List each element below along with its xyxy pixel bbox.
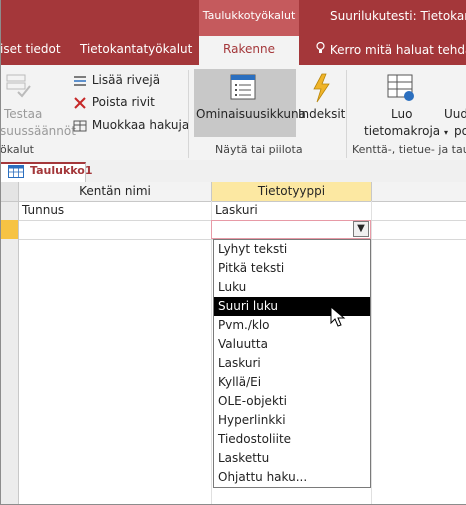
grid-divider xyxy=(211,201,212,505)
grid-divider xyxy=(371,201,372,505)
insert-rows-icon xyxy=(74,75,86,86)
test-validation-line2: suussäännöt xyxy=(0,124,76,138)
table-icon xyxy=(8,165,24,181)
tools-group-label: ökalut xyxy=(0,143,34,156)
tab-external-data[interactable]: iset tiedot xyxy=(0,42,61,56)
column-header-data-type: Tietotyyppi xyxy=(212,182,372,202)
data-type-combobox[interactable] xyxy=(211,220,371,239)
current-row-selector[interactable] xyxy=(0,220,18,239)
tell-me-box[interactable]: Kerro mitä haluat tehdä xyxy=(316,41,466,57)
modify-lookups-label: Muokkaa hakuja xyxy=(91,118,190,132)
tab-database-tools[interactable]: Tietokantatyökalut xyxy=(80,42,192,56)
document-tab-label: Taulukko1 xyxy=(30,164,93,177)
indexes-button[interactable]: Indeksit xyxy=(298,107,345,121)
delete-rows-button[interactable]: Poista rivit xyxy=(72,95,155,110)
document-title: Suurilukutesti: Tietokanta xyxy=(330,9,466,23)
tell-me-label: Kerro mitä haluat tehdä xyxy=(329,43,466,57)
option-yes-no[interactable]: Kyllä/Ei xyxy=(214,373,370,392)
option-autonumber[interactable]: Laskuri xyxy=(214,354,370,373)
data-type-cell[interactable]: Laskuri xyxy=(212,201,370,220)
option-number[interactable]: Luku xyxy=(214,278,370,297)
indexes-icon xyxy=(310,73,332,106)
delete-rows-icon xyxy=(74,96,86,109)
ribbon-separator xyxy=(188,70,189,158)
tab-design[interactable]: Rakenne xyxy=(199,42,299,56)
data-macros-icon xyxy=(386,73,416,106)
insert-rows-button[interactable]: Lisää rivejä xyxy=(72,73,160,88)
field-events-group-label: Kenttä-, tietue- ja taulu xyxy=(352,143,466,156)
option-large-number[interactable]: Suuri luku xyxy=(214,297,370,316)
modify-lookups-icon xyxy=(73,120,87,131)
column-header-description xyxy=(372,182,466,202)
option-currency[interactable]: Valuutta xyxy=(214,335,370,354)
option-attachment[interactable]: Tiedostoliite xyxy=(214,430,370,449)
field-name-cell[interactable]: Tunnus xyxy=(19,201,210,220)
option-calculated[interactable]: Laskettu xyxy=(214,449,370,468)
property-sheet-label: Ominaisuusikkuna xyxy=(196,107,306,121)
field-name-cell-new[interactable] xyxy=(19,220,210,239)
option-lookup-wizard[interactable]: Ohjattu haku... xyxy=(214,468,370,487)
rename-macro-fragment1[interactable]: Uud xyxy=(444,107,466,121)
chevron-down-icon[interactable]: ▼ xyxy=(353,221,369,237)
column-header-field-name: Kentän nimi xyxy=(19,182,212,202)
option-ole-object[interactable]: OLE-objekti xyxy=(214,392,370,411)
dropdown-arrow-icon: ▾ xyxy=(444,128,449,137)
option-long-text[interactable]: Pitkä teksti xyxy=(214,259,370,278)
create-macros-line1: Luo xyxy=(391,107,413,121)
show-hide-group-label: Näytä tai piilota xyxy=(215,143,303,156)
delete-rows-label: Poista rivit xyxy=(91,95,155,109)
property-sheet-icon xyxy=(229,73,257,104)
select-all-corner[interactable] xyxy=(0,182,18,202)
validation-test-icon xyxy=(4,72,32,103)
option-date-time[interactable]: Pvm./klo xyxy=(214,316,370,335)
window-border xyxy=(0,0,1,505)
insert-rows-label: Lisää rivejä xyxy=(91,73,161,87)
create-macros-line2: tietomakroja xyxy=(364,124,441,138)
mouse-pointer-icon xyxy=(330,305,346,331)
ribbon-separator xyxy=(346,70,347,158)
modify-lookups-button[interactable]: Muokkaa hakuja xyxy=(72,118,189,133)
create-macros-button[interactable]: tietomakroja ▾ xyxy=(364,124,448,138)
rename-macro-fragment2[interactable]: po xyxy=(454,124,466,138)
option-short-text[interactable]: Lyhyt teksti xyxy=(214,240,370,259)
option-hyperlink[interactable]: Hyperlinkki xyxy=(214,411,370,430)
test-validation-line1: Testaa xyxy=(4,107,43,121)
context-group-label: Taulukkotyökalut xyxy=(202,9,296,22)
lightbulb-icon xyxy=(316,41,326,57)
